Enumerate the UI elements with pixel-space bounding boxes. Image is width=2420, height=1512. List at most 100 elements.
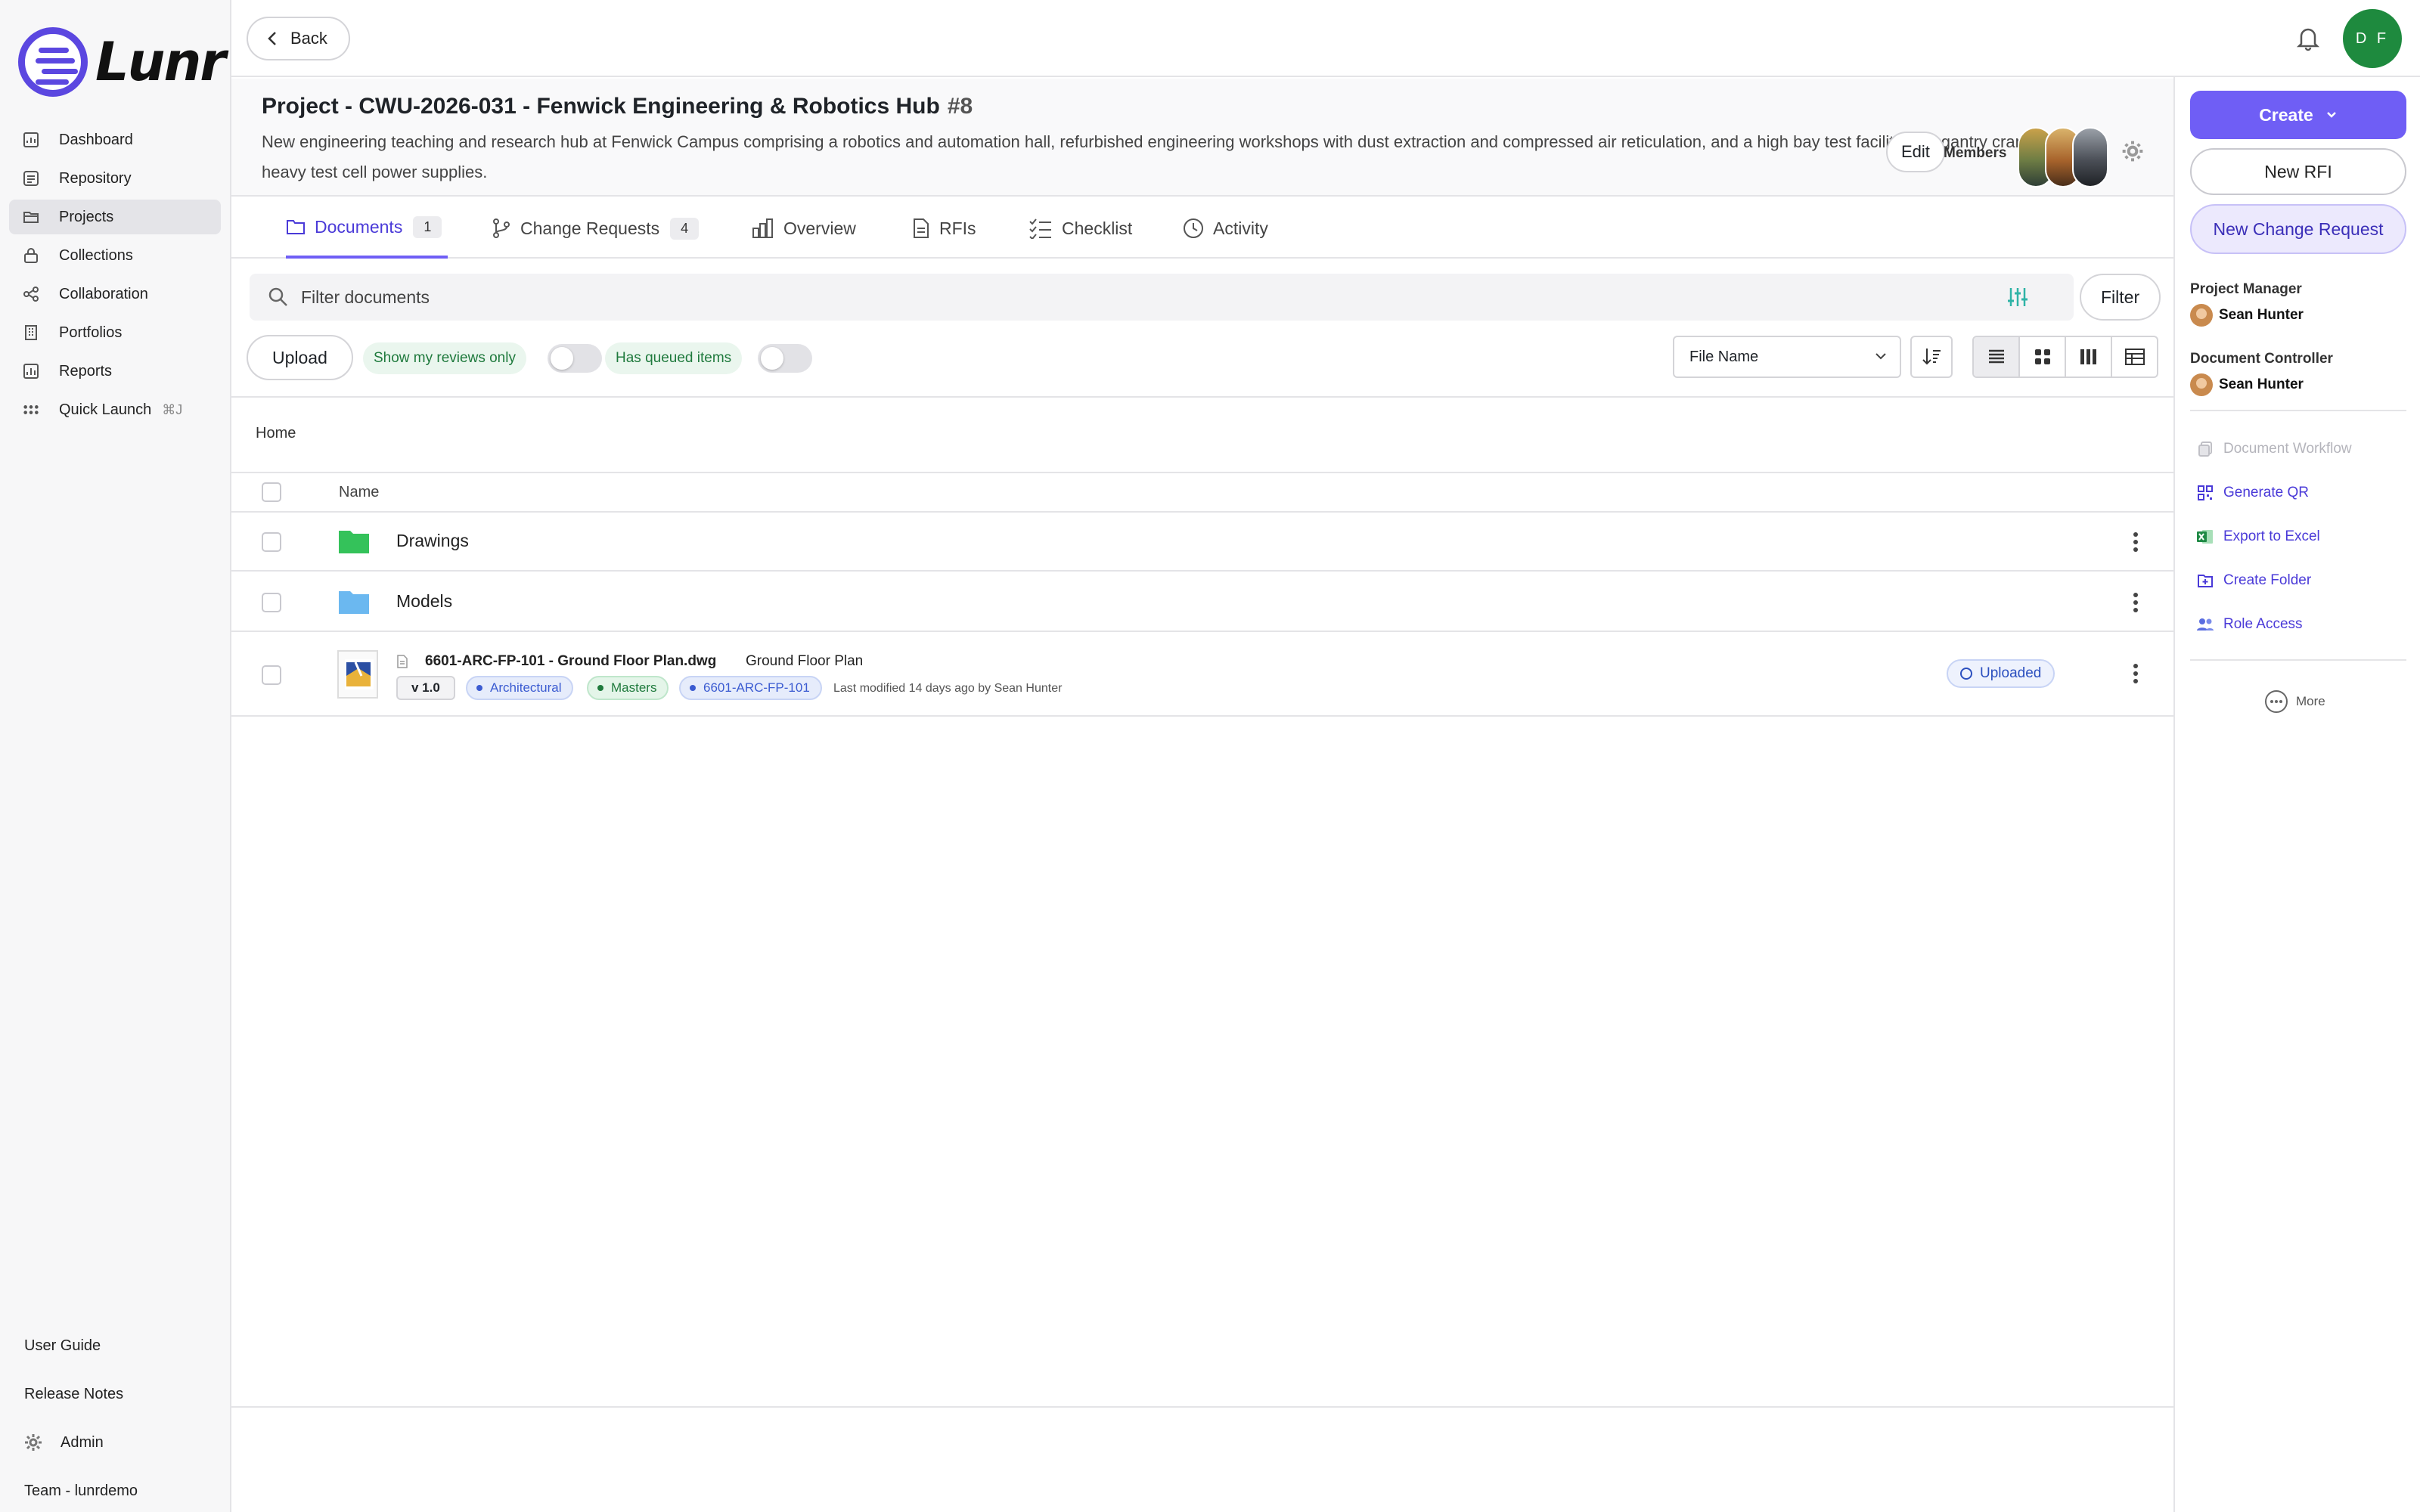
shortcut-hint: ⌘J — [162, 401, 183, 417]
tag-pill[interactable]: 6601-ARC-FP-101 — [679, 676, 822, 700]
sidebar-item-repository[interactable]: Repository — [9, 161, 221, 196]
project-manager-name: Sean Hunter — [2219, 307, 2304, 323]
folder-name[interactable]: Drawings — [396, 531, 469, 551]
table-view-button[interactable] — [2112, 337, 2157, 376]
sidebar-item-projects[interactable]: Projects — [9, 200, 221, 234]
select-all-checkbox[interactable] — [262, 482, 281, 502]
document-icon — [914, 218, 929, 238]
status-badge: Uploaded — [1947, 659, 2055, 688]
filter-documents-input[interactable]: Filter documents — [250, 274, 2074, 321]
sort-direction-button[interactable] — [1910, 336, 1953, 378]
sidebar-item-collaboration[interactable]: Collaboration — [9, 277, 221, 311]
back-button[interactable]: Back — [247, 17, 350, 60]
has-queued-items-toggle[interactable] — [758, 344, 812, 373]
sort-field-select[interactable]: File Name — [1673, 336, 1901, 378]
chevron-down-icon — [1876, 353, 1886, 360]
edit-project-button[interactable]: Edit — [1886, 132, 1945, 172]
action-label: Role Access — [2223, 616, 2303, 632]
sidebar-item-reports[interactable]: Reports — [9, 354, 221, 389]
role-access-action[interactable]: Role Access — [2196, 615, 2303, 634]
tab-change-requests[interactable]: Change Requests 4 — [492, 198, 700, 259]
generate-qr-action[interactable]: Generate QR — [2196, 484, 2309, 502]
tab-checklist[interactable]: Checklist — [1028, 198, 1132, 259]
table-row[interactable]: 6601-ARC-FP-101 - Ground Floor Plan.dwg … — [231, 632, 2173, 717]
user-avatar[interactable]: D F — [2343, 9, 2402, 68]
member-avatar[interactable] — [2072, 127, 2108, 187]
tag-pill[interactable]: Architectural — [466, 676, 574, 700]
file-thumbnail[interactable] — [337, 650, 378, 699]
gear-icon — [25, 1434, 42, 1451]
project-title: Project - CWU-2026-031 - Fenwick Enginee… — [262, 94, 973, 119]
team-switcher[interactable]: Team - lunrdemo — [24, 1467, 138, 1512]
row-checkbox[interactable] — [262, 593, 281, 612]
breadcrumb[interactable]: Home — [256, 425, 296, 442]
tag-dot — [690, 685, 696, 691]
new-rfi-button[interactable]: New RFI — [2190, 148, 2406, 195]
create-label: Create — [2259, 104, 2313, 125]
list-view-button[interactable] — [1974, 337, 2020, 376]
more-options-icon[interactable] — [2133, 591, 2139, 614]
release-notes-link[interactable]: Release Notes — [24, 1370, 138, 1418]
file-name[interactable]: 6601-ARC-FP-101 - Ground Floor Plan.dwg — [425, 653, 716, 670]
document-controller-label: Document Controller — [2190, 351, 2333, 367]
sort-field-value: File Name — [1689, 348, 1759, 365]
show-my-reviews-toggle[interactable] — [548, 344, 602, 373]
filter-button[interactable]: Filter — [2080, 274, 2161, 321]
divider — [2190, 659, 2406, 661]
view-mode-group — [1972, 336, 2158, 378]
project-manager[interactable]: Sean Hunter — [2190, 304, 2304, 327]
admin-link[interactable]: Admin — [24, 1418, 138, 1467]
member-avatars[interactable] — [2018, 127, 2108, 187]
tab-documents[interactable]: Documents 1 — [286, 198, 448, 259]
name-column-header[interactable]: Name — [339, 484, 379, 501]
user-guide-link[interactable]: User Guide — [24, 1321, 138, 1370]
more-options-icon[interactable] — [2133, 662, 2139, 685]
logo-icon — [18, 27, 88, 97]
project-settings-icon[interactable] — [2121, 139, 2145, 163]
row-checkbox[interactable] — [262, 532, 281, 552]
table-row[interactable]: Drawings — [231, 513, 2173, 572]
tab-count: 1 — [413, 215, 442, 238]
grid-view-button[interactable] — [2020, 337, 2066, 376]
sidebar-item-portfolios[interactable]: Portfolios — [9, 315, 221, 350]
status-ring-icon — [1960, 668, 1972, 680]
sidebar-item-quick-launch[interactable]: Quick Launch ⌘J — [9, 392, 221, 427]
bell-icon[interactable] — [2294, 24, 2322, 51]
more-button[interactable]: More — [2264, 689, 2325, 714]
tab-label: RFIs — [939, 218, 976, 238]
project-header: Project - CWU-2026-031 - Fenwick Enginee… — [231, 79, 2173, 197]
tab-activity[interactable]: Activity — [1183, 198, 1268, 259]
tab-label: Overview — [783, 218, 856, 238]
document-workflow-action[interactable]: Document Workflow — [2196, 440, 2352, 458]
document-controller[interactable]: Sean Hunter — [2190, 373, 2304, 396]
drawing-thumbnail-icon — [345, 659, 374, 689]
sidebar-item-dashboard[interactable]: Dashboard — [9, 122, 221, 157]
action-label: Create Folder — [2223, 572, 2312, 588]
row-checkbox[interactable] — [262, 665, 281, 685]
sidebar-nav: Dashboard Repository Projects Collection… — [9, 122, 221, 431]
sidebar-item-collections[interactable]: Collections — [9, 238, 221, 273]
tag-dot — [597, 685, 603, 691]
more-options-icon[interactable] — [2133, 531, 2139, 553]
upload-button[interactable]: Upload — [247, 335, 353, 380]
documents-table: Home Name Drawings Models 6601-ARC-FP-10… — [231, 396, 2173, 1408]
divider — [2190, 410, 2406, 411]
tag-pill[interactable]: Masters — [587, 676, 669, 700]
columns-view-button[interactable] — [2066, 337, 2112, 376]
project-title-text: Project - CWU-2026-031 - Fenwick Enginee… — [262, 94, 940, 119]
create-folder-action[interactable]: Create Folder — [2196, 572, 2311, 590]
tab-overview[interactable]: Overview — [752, 198, 856, 259]
admin-label: Admin — [60, 1433, 104, 1451]
project-description: New engineering teaching and research hu… — [262, 132, 2066, 181]
folder-name[interactable]: Models — [396, 591, 452, 612]
export-to-excel-action[interactable]: Export to Excel — [2196, 528, 2320, 546]
sidebar-item-label: Projects — [59, 208, 114, 225]
new-change-request-button[interactable]: New Change Request — [2190, 204, 2406, 254]
sliders-icon[interactable] — [2007, 286, 2028, 308]
tab-rfis[interactable]: RFIs — [912, 198, 976, 259]
create-button[interactable]: Create — [2190, 91, 2406, 139]
logo[interactable]: Lunr — [18, 27, 226, 97]
table-row[interactable]: Models — [231, 572, 2173, 632]
tab-label: Change Requests — [520, 218, 660, 238]
sidebar: Lunr Dashboard Repository Projects Colle… — [0, 0, 231, 1512]
